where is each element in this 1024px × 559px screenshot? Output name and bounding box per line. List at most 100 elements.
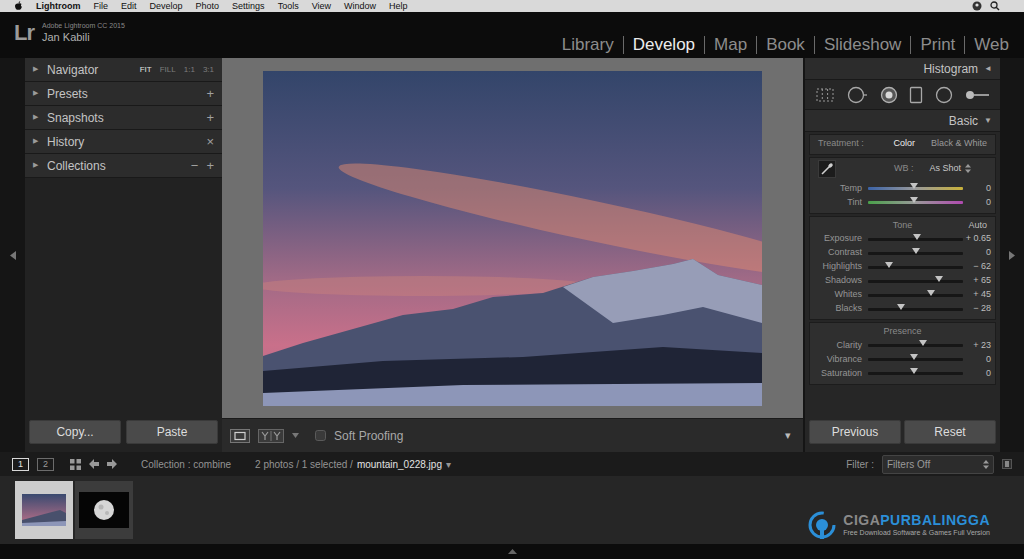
menu-item[interactable]: File: [94, 0, 109, 12]
slider-track[interactable]: [868, 344, 963, 347]
slider[interactable]: [868, 234, 963, 244]
toolbar-menu[interactable]: ▾: [785, 427, 795, 444]
module-tab[interactable]: Slideshow: [814, 36, 911, 54]
slider-track[interactable]: [868, 294, 963, 297]
slider[interactable]: [868, 304, 963, 314]
soft-proofing-label[interactable]: Soft Proofing: [334, 427, 403, 445]
slider[interactable]: [868, 184, 963, 194]
slider-value[interactable]: 0: [963, 367, 995, 381]
slider-track[interactable]: [868, 358, 963, 361]
slider-track[interactable]: [868, 187, 963, 190]
window-view-button[interactable]: 2: [37, 458, 54, 471]
expand-toggle[interactable]: ▶: [33, 136, 43, 147]
panel-header[interactable]: ▶ Collections −+: [25, 154, 222, 178]
user-icon[interactable]: [972, 1, 982, 11]
filter-select[interactable]: Filters Off: [882, 455, 994, 474]
panel-button[interactable]: −: [191, 156, 199, 176]
eyedropper-icon[interactable]: [818, 160, 836, 178]
slider-value[interactable]: − 28: [963, 302, 995, 316]
treatment-option[interactable]: Color: [893, 137, 915, 151]
module-tab[interactable]: Book: [756, 36, 814, 54]
slider-track[interactable]: [868, 280, 963, 283]
panel-title[interactable]: History: [47, 133, 84, 151]
radial-filter-icon[interactable]: [935, 86, 953, 104]
panel-header[interactable]: ▶ Snapshots +: [25, 106, 222, 130]
slider-value[interactable]: + 0.65: [963, 232, 995, 246]
graduated-filter-icon[interactable]: [909, 86, 923, 104]
panel-title[interactable]: Snapshots: [47, 109, 104, 127]
expand-toggle[interactable]: ◄: [984, 63, 992, 75]
menu-item[interactable]: Lightroom: [36, 0, 81, 12]
slider[interactable]: [868, 290, 963, 300]
menu-item[interactable]: Tools: [278, 0, 299, 12]
slider[interactable]: [868, 355, 963, 365]
wb-select[interactable]: As Shot: [929, 162, 971, 176]
panel-header[interactable]: ▶Presets+: [25, 82, 222, 106]
panel-title[interactable]: Collections: [47, 157, 106, 175]
before-after-icon[interactable]: [258, 429, 284, 443]
wb-value[interactable]: As Shot: [929, 162, 961, 176]
grid-view-icon[interactable]: [70, 459, 81, 470]
expand-toggle[interactable]: ▼: [984, 115, 992, 127]
zoom-option[interactable]: 3:1: [203, 64, 214, 76]
panel-button[interactable]: +: [206, 108, 214, 128]
slider-value[interactable]: 0: [963, 196, 995, 210]
panel-title[interactable]: Basic: [949, 112, 978, 130]
slider-track[interactable]: [868, 372, 963, 375]
copy-button[interactable]: Copy...: [29, 420, 121, 444]
window-view-button[interactable]: 1: [12, 458, 29, 471]
panel-title[interactable]: Navigator: [47, 61, 98, 79]
menu-item[interactable]: Develop: [150, 0, 183, 12]
forward-arrow-icon[interactable]: [107, 459, 117, 469]
search-icon[interactable]: [990, 1, 1000, 11]
slider-value[interactable]: + 23: [963, 339, 995, 353]
spot-removal-icon[interactable]: [846, 86, 868, 104]
landscape-thumbnail-icon[interactable]: [22, 494, 66, 526]
thumbnail[interactable]: [15, 481, 73, 539]
loupe-view-icon[interactable]: [230, 429, 250, 443]
expand-filmstrip-icon[interactable]: [508, 549, 517, 554]
expand-toggle[interactable]: ▶: [33, 112, 43, 123]
expand-toggle[interactable]: ▶: [33, 160, 43, 171]
slider-track[interactable]: [868, 201, 963, 204]
previous-button[interactable]: Previous: [809, 420, 901, 444]
adjustment-brush-icon[interactable]: [964, 90, 990, 100]
panel-button[interactable]: ×: [206, 132, 214, 152]
zoom-option[interactable]: FIT: [140, 64, 152, 76]
reset-button[interactable]: Reset: [904, 420, 996, 444]
slider[interactable]: [868, 262, 963, 272]
slider-value[interactable]: 0: [963, 353, 995, 367]
slider-value[interactable]: − 62: [963, 260, 995, 274]
module-tab[interactable]: Map: [704, 36, 756, 54]
slider-track[interactable]: [868, 266, 963, 269]
slider-track[interactable]: [868, 252, 963, 255]
slider-track[interactable]: [868, 238, 963, 241]
slider[interactable]: [868, 248, 963, 258]
slider[interactable]: [868, 369, 963, 379]
module-tab[interactable]: Library: [553, 36, 623, 54]
menu-item[interactable]: Help: [389, 0, 408, 12]
treatment-option[interactable]: Black & White: [931, 137, 987, 151]
slider[interactable]: [868, 198, 963, 208]
dropdown-caret-icon[interactable]: [292, 433, 299, 438]
expand-toggle[interactable]: ▶: [33, 88, 43, 99]
file-menu[interactable]: ▾: [446, 457, 451, 472]
module-tab[interactable]: Web: [964, 36, 1018, 54]
source-label[interactable]: Collection : combine: [141, 457, 231, 472]
crop-overlay-icon[interactable]: [815, 87, 835, 103]
filter-value[interactable]: Filters Off: [887, 457, 930, 472]
file-name[interactable]: mountain_0228.jpg: [357, 457, 442, 472]
panel-button[interactable]: +: [206, 84, 214, 104]
slider-value[interactable]: + 45: [963, 288, 995, 302]
auto-button[interactable]: Auto: [968, 219, 987, 233]
apple-icon[interactable]: [14, 1, 23, 11]
panel-header[interactable]: ▶NavigatorFITFILL1:13:1: [25, 58, 222, 82]
slider-value[interactable]: + 65: [963, 274, 995, 288]
slider-value[interactable]: 0: [963, 182, 995, 196]
slider[interactable]: [868, 341, 963, 351]
module-tab[interactable]: Print: [910, 36, 964, 54]
panel-button[interactable]: +: [206, 156, 214, 176]
expand-toggle[interactable]: ▶: [33, 64, 43, 75]
moon-thumbnail-icon[interactable]: [79, 492, 129, 528]
zoom-option[interactable]: FILL: [160, 64, 176, 76]
